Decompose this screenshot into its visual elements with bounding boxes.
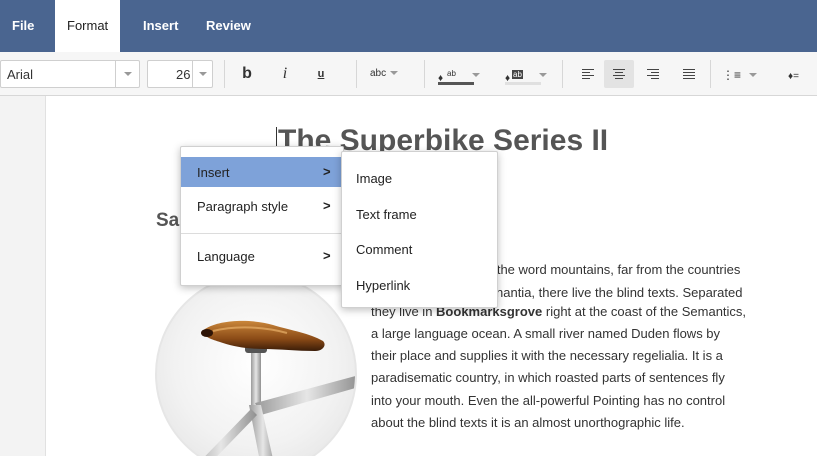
strikethrough-button[interactable]: abc	[370, 60, 416, 88]
text-color-button[interactable]: ♦ ab	[438, 60, 486, 88]
underline-button[interactable]: u	[306, 60, 336, 88]
font-size-select[interactable]: 26	[147, 60, 213, 88]
chevron-down-icon[interactable]	[115, 61, 139, 87]
format-toolbar: Arial 26 b i u abc ♦ ab ♦ ab ⋮≡ ♦=	[0, 52, 817, 96]
list-icon: ⋮≡	[722, 68, 742, 82]
chevron-right-icon: >	[323, 248, 331, 263]
body-line[interactable]: a large language ocean. A small river na…	[371, 326, 720, 341]
submenu-item-image[interactable]: Image	[356, 171, 392, 186]
align-justify-button[interactable]	[674, 60, 704, 88]
tab-insert[interactable]: Insert	[131, 0, 190, 52]
document-subheading[interactable]: Sa	[156, 210, 179, 232]
chevron-right-icon: >	[323, 164, 331, 179]
bold-button[interactable]: b	[232, 60, 262, 88]
menu-divider	[181, 233, 343, 234]
context-item-insert[interactable]: Insert >	[181, 157, 343, 187]
strikethrough-label: abc	[370, 68, 387, 79]
context-item-label: Language	[197, 249, 255, 264]
body-line[interactable]: into your mouth. Even the all-powerful P…	[371, 393, 725, 408]
toolbar-divider	[356, 60, 357, 88]
submenu-item-comment[interactable]: Comment	[356, 242, 412, 257]
chevron-down-icon[interactable]	[192, 61, 212, 87]
align-right-button[interactable]	[638, 60, 668, 88]
highlight-color-icon: ♦ ab	[505, 64, 541, 86]
paint-icon: ♦=	[788, 71, 799, 82]
submenu-item-hyperlink[interactable]: Hyperlink	[356, 278, 410, 293]
align-center-button[interactable]	[604, 60, 634, 88]
text-color-icon: ♦ ab	[438, 64, 474, 86]
body-line[interactable]: about the blind texts it is an almost un…	[371, 415, 685, 430]
align-center-icon	[613, 69, 625, 80]
align-justify-icon	[683, 69, 695, 80]
toolbar-divider	[562, 60, 563, 88]
context-item-label: Paragraph style	[197, 199, 289, 214]
list-button[interactable]: ⋮≡	[722, 60, 772, 88]
highlight-color-button[interactable]: ♦ ab	[505, 60, 553, 88]
toolbar-divider	[424, 60, 425, 88]
body-line[interactable]: d the word mountains, far from the count…	[486, 262, 740, 277]
context-item-paragraph-style[interactable]: Paragraph style >	[181, 191, 343, 221]
tab-file[interactable]: File	[0, 0, 46, 52]
align-right-icon	[647, 69, 659, 80]
body-line[interactable]: paradisematic country, in which roasted …	[371, 370, 725, 385]
body-line[interactable]: nantia, there live the blind texts. Sepa…	[496, 285, 742, 300]
body-line[interactable]: their place and supplies it with the nec…	[371, 348, 723, 363]
document-margin	[0, 96, 46, 456]
font-family-value: Arial	[7, 67, 34, 82]
font-family-select[interactable]: Arial	[0, 60, 140, 88]
line-spacing-button[interactable]: ♦=	[788, 60, 817, 88]
bike-saddle-icon	[201, 320, 355, 456]
menu-bar: File Format Insert Review	[0, 0, 817, 52]
chevron-right-icon: >	[323, 198, 331, 213]
insert-submenu: Image Text frame Comment Hyperlink	[341, 151, 498, 308]
tab-format[interactable]: Format	[55, 0, 121, 52]
context-item-label: Insert	[197, 165, 230, 180]
context-menu: Insert > Paragraph style > Language >	[180, 146, 344, 286]
italic-button[interactable]: i	[270, 60, 300, 88]
submenu-item-text-frame[interactable]: Text frame	[356, 207, 417, 222]
toolbar-divider	[224, 60, 225, 88]
context-item-language[interactable]: Language >	[181, 241, 343, 271]
font-size-value: 26	[176, 67, 191, 82]
toolbar-divider	[710, 60, 711, 88]
align-left-icon	[582, 69, 594, 80]
tab-review[interactable]: Review	[194, 0, 263, 52]
align-left-button[interactable]	[573, 60, 603, 88]
